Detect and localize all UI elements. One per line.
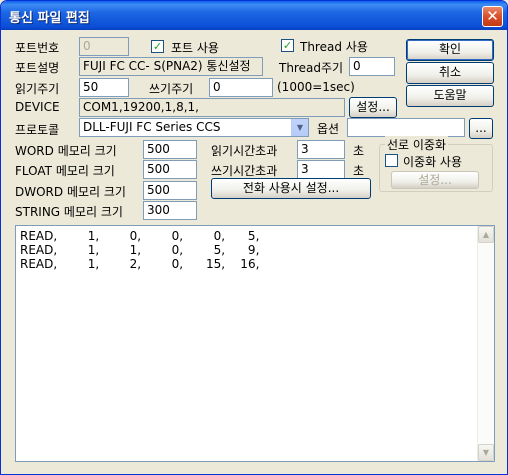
thread-period-field[interactable]: 0: [349, 57, 395, 76]
float-memory-label: FLOAT 메모리 크기: [15, 164, 115, 178]
device-label: DEVICE: [15, 100, 60, 114]
protocol-selected-value: DLL-FUJI FC Series CCS: [83, 120, 221, 134]
option-browse-button[interactable]: ...: [469, 118, 493, 139]
port-desc-label: 포트설명: [15, 61, 60, 75]
thread-use-label: Thread 사용: [300, 40, 368, 54]
option-label: 옵션: [317, 122, 340, 136]
write-timeout-unit: 초: [353, 164, 365, 178]
read-cycle-field[interactable]: 50: [79, 78, 129, 97]
read-timeout-field[interactable]: 3: [297, 140, 345, 159]
comm-file-edit-dialog: 통신 파일 편집 ✕ 포트번호 0 ✓ 포트 사용 ✓ Thread 사용 확인…: [0, 0, 508, 475]
cancel-button[interactable]: 취소: [406, 62, 494, 84]
title-bar[interactable]: 통신 파일 편집 ✕: [1, 1, 507, 30]
port-number-label: 포트번호: [15, 41, 60, 55]
protocol-select[interactable]: DLL-FUJI FC Series CCS ▼: [79, 118, 309, 137]
device-field[interactable]: COM1,19200,1,8,1,: [79, 98, 345, 117]
redundancy-use-label: 이중화 사용: [403, 155, 463, 169]
port-use-label: 포트 사용: [171, 41, 219, 55]
device-settings-button[interactable]: 설정...: [349, 97, 397, 118]
window-title: 통신 파일 편집: [9, 11, 90, 26]
redundancy-use-checkbox[interactable]: [385, 154, 398, 167]
redundancy-settings-button[interactable]: 설정...: [391, 171, 479, 189]
port-number-field[interactable]: 0: [79, 37, 129, 56]
chevron-down-icon[interactable]: ▼: [291, 119, 308, 136]
write-timeout-field[interactable]: 3: [297, 160, 345, 179]
scroll-up-icon[interactable]: ▲: [478, 226, 494, 243]
write-timeout-label: 쓰기시간초과: [211, 164, 278, 178]
dword-memory-field[interactable]: 500: [143, 181, 197, 200]
thread-use-checkbox[interactable]: ✓: [281, 39, 294, 52]
dword-memory-label: DWORD 메모리 크기: [15, 185, 126, 199]
memo-line: READ, 1, 0, 0, 0, 5,: [20, 229, 260, 243]
scroll-down-icon[interactable]: ▼: [478, 444, 494, 461]
thread-period-label: Thread주기: [279, 61, 344, 75]
port-desc-field[interactable]: FUJI FC CC- S(PNA2) 통신설정: [79, 57, 263, 76]
word-memory-label: WORD 메모리 크기: [15, 144, 117, 158]
write-cycle-label: 쓰기주기: [149, 82, 194, 96]
phone-settings-button[interactable]: 전화 사용시 설정...: [211, 178, 371, 199]
port-use-checkbox[interactable]: ✓: [151, 40, 164, 53]
ok-button[interactable]: 확인: [406, 39, 494, 61]
help-button[interactable]: 도움말: [406, 85, 494, 107]
read-timeout-label: 읽기시간초과: [211, 144, 278, 158]
string-memory-field[interactable]: 300: [143, 201, 197, 220]
float-memory-field[interactable]: 500: [143, 160, 197, 179]
string-memory-label: STRING 메모리 크기: [15, 205, 123, 219]
write-cycle-field[interactable]: 0: [209, 78, 273, 97]
memo-line: READ, 1, 1, 0, 5, 9,: [20, 243, 260, 257]
read-timeout-unit: 초: [353, 144, 365, 158]
protocol-label: 프로토콜: [15, 123, 60, 137]
vertical-scrollbar[interactable]: ▲ ▼: [477, 226, 494, 461]
cycle-unit-note: (1000=1sec): [277, 80, 355, 94]
dialog-content: 포트번호 0 ✓ 포트 사용 ✓ Thread 사용 확인 포트설명 FUJI …: [5, 30, 503, 470]
command-list-textarea[interactable]: READ, 1, 0, 0, 0, 5, READ, 1, 1, 0, 5, 9…: [15, 225, 495, 462]
word-memory-field[interactable]: 500: [143, 140, 197, 159]
close-icon[interactable]: ✕: [482, 6, 503, 27]
redundancy-group-title: 선로 이중화: [385, 136, 449, 153]
option-field[interactable]: [347, 118, 465, 137]
memo-line: READ, 1, 2, 0, 15, 16,: [20, 257, 260, 271]
read-cycle-label: 읽기주기: [15, 82, 60, 96]
